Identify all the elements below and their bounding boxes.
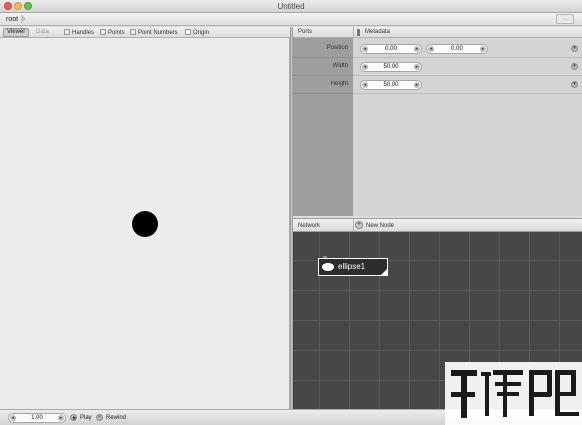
position-x-field[interactable]: ◂ 0.00 ▸ <box>360 44 422 54</box>
viewer-canvas[interactable] <box>0 38 290 409</box>
frame-increment-icon[interactable]: ▸ <box>58 415 64 421</box>
increment-arrow-icon[interactable]: ▸ <box>480 46 486 52</box>
height-label: Height <box>330 81 348 87</box>
position-y-value: 0.00 <box>451 46 463 52</box>
ellipse-shape[interactable] <box>132 211 158 237</box>
increment-arrow-icon[interactable]: ▸ <box>414 64 420 70</box>
properties-panel: Position ◂ 0.00 ▸ ◂ 0.00 ▸ ▾ Width ◂ 50.… <box>293 38 582 216</box>
play-icon[interactable] <box>70 414 77 421</box>
ellipse-node-icon <box>322 263 334 271</box>
position-x-value: 0.00 <box>385 46 397 52</box>
width-label: Width <box>332 63 348 69</box>
breadcrumb-root[interactable]: root <box>3 14 27 24</box>
checkbox-box <box>100 29 106 35</box>
height-value: 50.00 <box>383 82 399 88</box>
row-divider <box>293 93 353 94</box>
tab-viewer[interactable]: Viewer <box>3 28 30 37</box>
header-divider <box>353 27 354 38</box>
handles-checkbox[interactable]: Handles <box>64 29 94 37</box>
points-label: Points <box>108 30 125 36</box>
play-button[interactable]: Play <box>80 414 92 422</box>
rewind-button[interactable]: Rewind <box>106 414 126 422</box>
position-label: Position <box>326 45 348 51</box>
network-header: Network + New Node <box>293 218 582 232</box>
position-y-field[interactable]: ◂ 0.00 ▸ <box>426 44 488 54</box>
property-row-width: Width ◂ 50.00 ▸ ▾ <box>293 58 582 76</box>
add-node-icon[interactable]: + <box>355 221 363 229</box>
property-row-position: Position ◂ 0.00 ▸ ◂ 0.00 ▸ ▾ <box>293 40 582 58</box>
frame-value: 1.00 <box>31 415 43 421</box>
new-node-button[interactable]: New Node <box>366 222 394 231</box>
row-menu-icon[interactable]: ▾ <box>571 63 578 70</box>
path-bar: root … <box>0 13 582 26</box>
frame-field[interactable]: ◂ 1.00 ▸ <box>8 413 66 423</box>
decrement-arrow-icon[interactable]: ◂ <box>362 82 368 88</box>
row-divider <box>353 93 582 94</box>
point-numbers-checkbox[interactable]: Point Numbers <box>130 29 178 37</box>
handles-label: Handles <box>72 30 95 36</box>
window-title: Untitled <box>277 2 305 11</box>
decrement-arrow-icon[interactable]: ◂ <box>428 46 434 52</box>
node-ellipse1[interactable]: ellipse1 <box>318 256 388 276</box>
point-numbers-label: Point Numbers <box>138 30 178 36</box>
viewer-toolbar: Viewer Data Handles Points Point Numbers… <box>0 27 290 38</box>
frame-decrement-icon[interactable]: ◂ <box>10 415 16 421</box>
checkbox-box <box>130 29 136 35</box>
tab-data[interactable]: Data <box>33 28 52 37</box>
width-value: 50.00 <box>383 64 399 70</box>
decrement-arrow-icon[interactable]: ◂ <box>362 46 368 52</box>
increment-arrow-icon[interactable]: ▸ <box>414 82 420 88</box>
node-label: ellipse1 <box>338 262 366 271</box>
increment-arrow-icon[interactable]: ▸ <box>414 46 420 52</box>
width-field[interactable]: ◂ 50.00 ▸ <box>360 62 422 72</box>
title-bar: Untitled <box>0 0 582 13</box>
origin-label: Origin <box>193 30 210 36</box>
origin-checkbox[interactable]: Origin <box>185 29 209 37</box>
checkbox-box <box>185 29 191 35</box>
ports-header: Ports Metadata <box>293 27 582 38</box>
property-row-height: Height ◂ 50.00 ▸ ▾ <box>293 76 582 94</box>
network-title: Network <box>298 223 321 229</box>
height-field[interactable]: ◂ 50.00 ▸ <box>360 80 422 90</box>
row-menu-icon[interactable]: ▾ <box>571 81 578 88</box>
metadata-icon <box>357 29 360 36</box>
header-divider <box>353 219 354 231</box>
node-input-port[interactable] <box>323 256 327 258</box>
path-menu-button[interactable]: … <box>556 14 574 24</box>
ports-title: Ports <box>298 29 313 35</box>
row-menu-icon[interactable]: ▾ <box>571 45 578 52</box>
network-canvas[interactable]: ellipse1 <box>293 232 582 409</box>
metadata-tab[interactable]: Metadata <box>365 28 390 37</box>
checkbox-box <box>64 29 70 35</box>
points-checkbox[interactable]: Points <box>100 29 125 37</box>
decrement-arrow-icon[interactable]: ◂ <box>362 64 368 70</box>
rewind-icon[interactable]: « <box>96 414 103 421</box>
transport-bar: ◂ 1.00 ▸ Play « Rewind <box>0 409 582 425</box>
